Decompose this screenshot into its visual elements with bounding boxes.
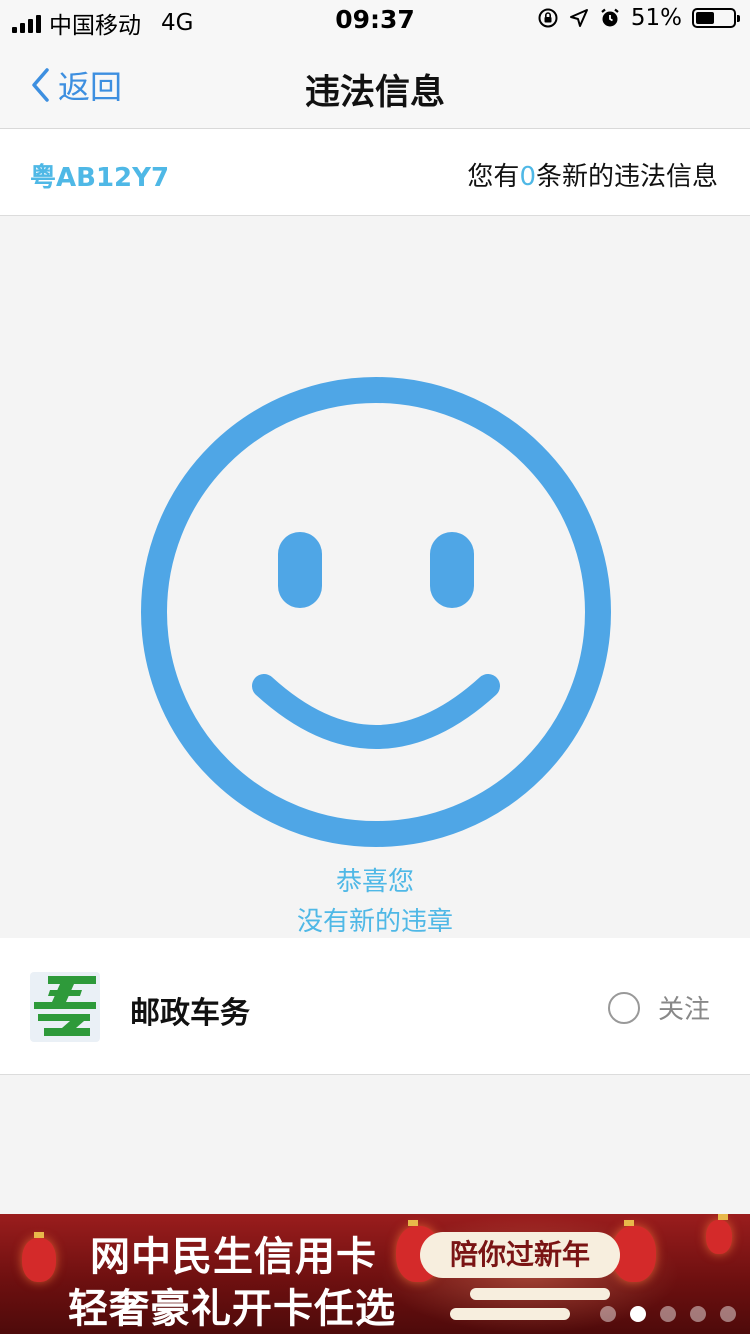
plate-info-bar: 粤AB12Y7 您有0条新的违法信息	[0, 129, 750, 216]
banner-stripe	[450, 1308, 570, 1320]
carousel-dot[interactable]	[720, 1306, 736, 1322]
follow-toggle[interactable]: 关注	[607, 989, 710, 1026]
message-prefix: 您有	[467, 162, 520, 192]
ad-banner[interactable]: 网中民生信用卡 轻奢豪礼开卡任选 陪你过新年	[0, 1214, 750, 1334]
service-card[interactable]: 邮政车务 关注	[0, 938, 750, 1075]
orientation-lock-icon	[538, 8, 558, 28]
congrats-line2: 没有新的违章	[296, 907, 453, 937]
status-right: 51%	[537, 5, 740, 31]
carousel-dot-active[interactable]	[630, 1306, 646, 1322]
carousel-dot[interactable]	[660, 1306, 676, 1322]
banner-stripe	[470, 1288, 610, 1300]
license-plate: 粤AB12Y7	[30, 163, 170, 193]
banner-tag: 陪你过新年	[420, 1232, 620, 1278]
smiley-face-icon	[141, 377, 611, 847]
status-bar: 中国移动 4G 09:37 51%	[0, 0, 750, 40]
message-suffix: 条新的违法信息	[535, 162, 718, 192]
page-title: 违法信息	[304, 73, 445, 113]
follow-label: 关注	[657, 995, 710, 1025]
radio-circle-icon[interactable]	[607, 991, 640, 1024]
lantern-icon	[22, 1232, 56, 1282]
banner-headline: 网中民生信用卡	[90, 1233, 377, 1280]
result-hero: 恭喜您 没有新的违章	[0, 216, 750, 938]
carousel-dot[interactable]	[600, 1306, 616, 1322]
carousel-dots	[600, 1306, 736, 1322]
alarm-icon	[601, 8, 619, 27]
battery-percent: 51%	[630, 5, 682, 31]
navigation-bar: 返回 违法信息	[0, 40, 750, 129]
congrats-line1: 恭喜您	[335, 867, 414, 897]
violation-count: 0	[519, 162, 536, 192]
china-post-logo	[30, 972, 100, 1042]
location-arrow-icon	[569, 9, 588, 27]
congrats-text: 恭喜您 没有新的违章	[0, 862, 750, 942]
banner-subline: 轻奢豪礼开卡任选	[68, 1285, 396, 1332]
battery-icon	[692, 8, 740, 28]
service-name: 邮政车务	[130, 996, 250, 1031]
lantern-icon	[706, 1214, 732, 1254]
violation-message: 您有0条新的违法信息	[467, 156, 718, 193]
carousel-dot[interactable]	[690, 1306, 706, 1322]
